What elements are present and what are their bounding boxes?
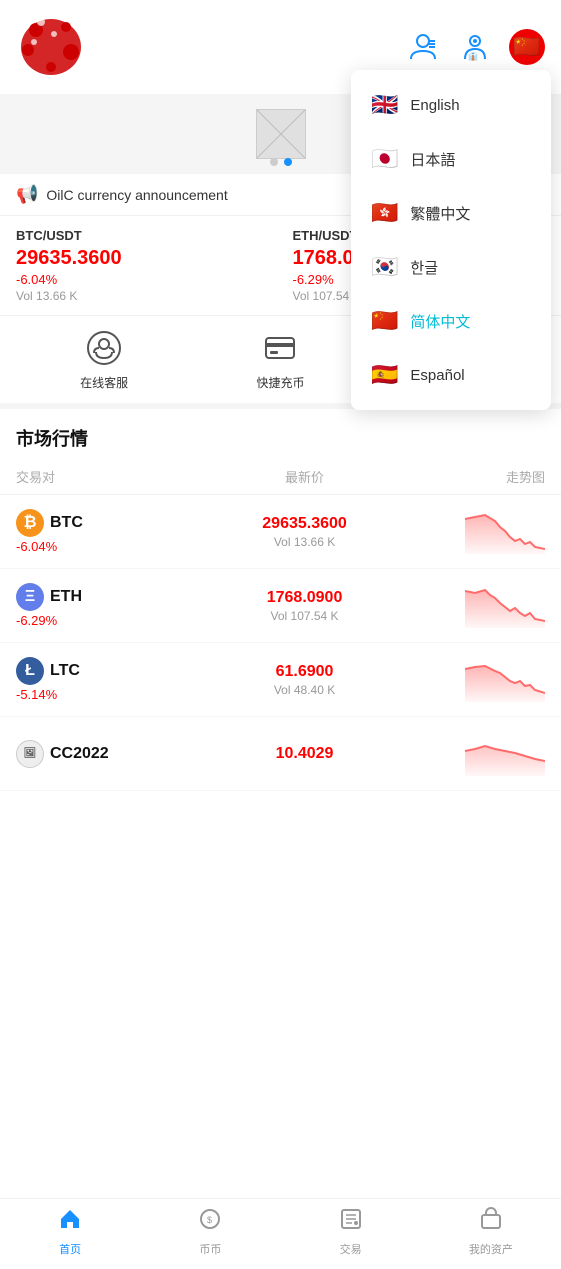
- dot-1: [270, 158, 278, 166]
- eth-trend: [401, 583, 545, 628]
- profile-icon[interactable]: [405, 29, 441, 65]
- eth-name: Ξ ETH: [16, 583, 208, 611]
- language-dropdown: 🇬🇧 English 🇯🇵 日本語 🇭🇰 繁體中文 🇰🇷 한글 🇨🇳 简体中文 …: [351, 70, 551, 410]
- header-icons: 👔 🇨🇳: [405, 29, 545, 65]
- cc2022-name: 🖼 CC2022: [16, 740, 208, 768]
- ltc-price: 61.6900 Vol 48.40 K: [208, 663, 400, 697]
- ticker-btc[interactable]: BTC/USDT 29635.3600 -6.04% Vol 13.66 K: [16, 228, 269, 303]
- btc-icon: ₿: [16, 509, 44, 537]
- lang-english[interactable]: 🇬🇧 English: [351, 78, 551, 132]
- bottom-nav: 首页 $ 币币 交易 我的资产: [0, 1198, 561, 1269]
- cc2022-price: 10.4029: [208, 745, 400, 763]
- trade-label: 交易: [340, 1241, 362, 1257]
- eth-icon: Ξ: [16, 583, 44, 611]
- btc-change: -6.04%: [16, 539, 208, 554]
- simplified-chinese-label: 简体中文: [410, 311, 470, 332]
- service-icon: [84, 328, 124, 368]
- btc-trend: [401, 509, 545, 554]
- cc2022-icon: 🖼: [16, 740, 44, 768]
- lang-korean[interactable]: 🇰🇷 한글: [351, 240, 551, 294]
- banner-image: [256, 109, 306, 159]
- dot-2: [284, 158, 292, 166]
- lang-spanish[interactable]: 🇪🇸 Español: [351, 348, 551, 402]
- pair-btc: ₿ BTC -6.04%: [16, 509, 208, 554]
- trade-icon: [339, 1207, 363, 1237]
- eth-change: -6.29%: [16, 613, 208, 628]
- lang-japanese[interactable]: 🇯🇵 日本語: [351, 132, 551, 186]
- ltc-name: Ł LTC: [16, 657, 208, 685]
- nav-assets[interactable]: 我的资产: [421, 1207, 561, 1257]
- ltc-trend: [401, 657, 545, 702]
- pair-cc2022: 🖼 CC2022: [16, 740, 208, 768]
- quick-action-recharge[interactable]: 快捷充币: [192, 328, 368, 391]
- cc2022-trend: [401, 731, 545, 776]
- market-row-ltc[interactable]: Ł LTC -5.14% 61.6900 Vol 48.40 K: [0, 643, 561, 717]
- eth-price: 1768.0900 Vol 107.54 K: [208, 589, 400, 623]
- svg-text:$: $: [207, 1215, 212, 1225]
- pair-eth: Ξ ETH -6.29%: [16, 583, 208, 628]
- assets-label: 我的资产: [469, 1241, 513, 1257]
- market-row-cc2022[interactable]: 🖼 CC2022 10.4029: [0, 717, 561, 791]
- service-label: 在线客服: [80, 374, 128, 391]
- spanish-label: Español: [410, 367, 464, 384]
- svg-text:👔: 👔: [468, 51, 478, 61]
- market-row-eth[interactable]: Ξ ETH -6.29% 1768.0900 Vol 107.54 K: [0, 569, 561, 643]
- korean-label: 한글: [410, 257, 438, 278]
- english-label: English: [410, 97, 459, 114]
- cn-flag: 🇨🇳: [371, 308, 398, 334]
- header-price: 最新价: [208, 467, 400, 486]
- announce-text: OilC currency announcement: [46, 187, 227, 203]
- banner-dots: [270, 158, 292, 166]
- home-icon: [58, 1207, 82, 1237]
- ltc-icon: Ł: [16, 657, 44, 685]
- nav-currency[interactable]: $ 币币: [140, 1207, 280, 1257]
- pair-ltc: Ł LTC -5.14%: [16, 657, 208, 702]
- currency-label: 币币: [199, 1241, 221, 1257]
- recharge-label: 快捷充币: [256, 374, 304, 391]
- spanish-flag: 🇪🇸: [371, 362, 398, 388]
- app-logo: [16, 12, 96, 82]
- market-title: 市场行情: [0, 409, 561, 459]
- hk-flag: 🇭🇰: [371, 200, 398, 226]
- ticker-btc-price: 29635.3600: [16, 247, 269, 270]
- japanese-label: 日本語: [410, 149, 455, 170]
- lang-traditional-chinese[interactable]: 🇭🇰 繁體中文: [351, 186, 551, 240]
- japanese-flag: 🇯🇵: [371, 146, 398, 172]
- btc-name: ₿ BTC: [16, 509, 208, 537]
- quick-action-service[interactable]: 在线客服: [16, 328, 192, 391]
- traditional-chinese-label: 繁體中文: [410, 203, 470, 224]
- market-header: 交易对 最新价 走势图: [0, 459, 561, 495]
- support-icon[interactable]: 👔: [457, 29, 493, 65]
- header-trend: 走势图: [401, 467, 545, 486]
- ticker-btc-change: -6.04%: [16, 272, 269, 287]
- ticker-btc-vol: Vol 13.66 K: [16, 289, 269, 303]
- market-row-btc[interactable]: ₿ BTC -6.04% 29635.3600 Vol 13.66 K: [0, 495, 561, 569]
- home-label: 首页: [59, 1241, 81, 1257]
- lang-simplified-chinese[interactable]: 🇨🇳 简体中文: [351, 294, 551, 348]
- market-section: 市场行情 交易对 最新价 走势图 ₿ BTC -6.04% 29635.3600…: [0, 409, 561, 791]
- nav-home[interactable]: 首页: [0, 1207, 140, 1257]
- korean-flag: 🇰🇷: [371, 254, 398, 280]
- language-flag[interactable]: 🇨🇳: [509, 29, 545, 65]
- ltc-change: -5.14%: [16, 687, 208, 702]
- announce-icon: 📢: [16, 184, 38, 205]
- recharge-icon: [260, 328, 300, 368]
- nav-trade[interactable]: 交易: [281, 1207, 421, 1257]
- header-pair: 交易对: [16, 467, 208, 486]
- english-flag: 🇬🇧: [371, 92, 398, 118]
- currency-icon: $: [198, 1207, 222, 1237]
- ticker-btc-pair: BTC/USDT: [16, 228, 269, 243]
- assets-icon: [479, 1207, 503, 1237]
- btc-price: 29635.3600 Vol 13.66 K: [208, 515, 400, 549]
